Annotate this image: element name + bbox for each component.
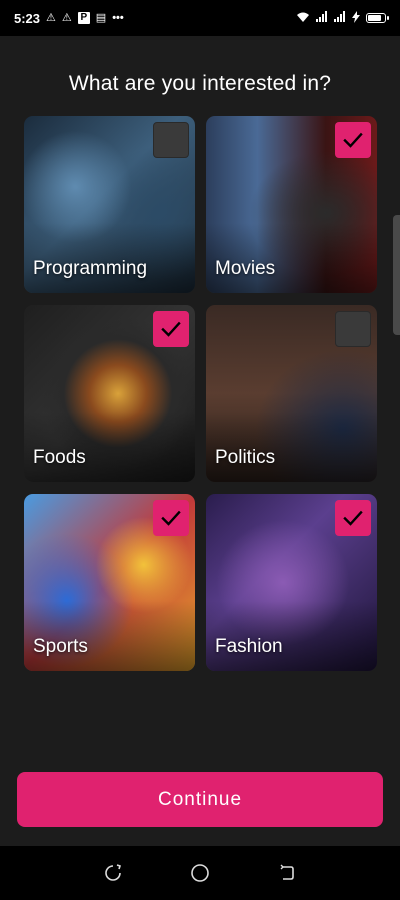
checkbox[interactable]	[153, 500, 189, 536]
status-bar: 5:23 ⚠ ⚠ P ▤ •••	[0, 0, 400, 36]
checkmark-icon	[343, 510, 363, 526]
card-label: Politics	[215, 447, 276, 468]
warning-icon: ⚠	[46, 11, 56, 24]
checkmark-icon	[161, 321, 181, 337]
interest-card-movies[interactable]: Movies	[206, 116, 377, 293]
checkbox[interactable]	[335, 500, 371, 536]
back-icon[interactable]	[275, 861, 299, 885]
checkbox[interactable]	[335, 311, 371, 347]
card-label: Programming	[33, 258, 148, 279]
battery-icon	[366, 13, 389, 23]
card-label: Sports	[33, 636, 88, 657]
checkmark-icon	[161, 510, 181, 526]
edge-panel-handle[interactable]	[393, 215, 400, 335]
interest-card-fashion[interactable]: Fashion	[206, 494, 377, 671]
card-label: Movies	[215, 258, 276, 279]
interest-card-foods[interactable]: Foods	[24, 305, 195, 482]
battery-fill	[368, 15, 381, 21]
checkmark-icon	[343, 132, 363, 148]
status-right	[296, 10, 389, 26]
checkbox[interactable]	[153, 122, 189, 158]
checkbox[interactable]	[335, 122, 371, 158]
charging-icon	[352, 10, 360, 26]
parking-icon: P	[77, 12, 90, 24]
signal-icon	[334, 11, 346, 25]
wifi-icon	[296, 11, 310, 26]
signal-icon	[316, 11, 328, 25]
checkbox[interactable]	[153, 311, 189, 347]
card-label: Foods	[33, 447, 86, 468]
warning-icon: ⚠	[61, 11, 72, 24]
interest-card-politics[interactable]: Politics	[206, 305, 377, 482]
card-label: Fashion	[215, 636, 283, 657]
interest-card-sports[interactable]: Sports	[24, 494, 195, 671]
clock: 5:23	[14, 10, 41, 26]
navigation-bar	[0, 846, 400, 900]
page-title: What are you interested in?	[68, 72, 332, 95]
home-icon[interactable]	[188, 861, 212, 885]
interest-card-programming[interactable]: Programming	[24, 116, 195, 293]
news-icon: ▤	[95, 11, 107, 24]
recent-apps-icon[interactable]	[101, 861, 125, 885]
status-left: 5:23 ⚠ ⚠ P ▤ •••	[14, 11, 124, 26]
more-dots-icon: •••	[112, 11, 124, 24]
continue-button[interactable]: Continue	[17, 772, 383, 827]
